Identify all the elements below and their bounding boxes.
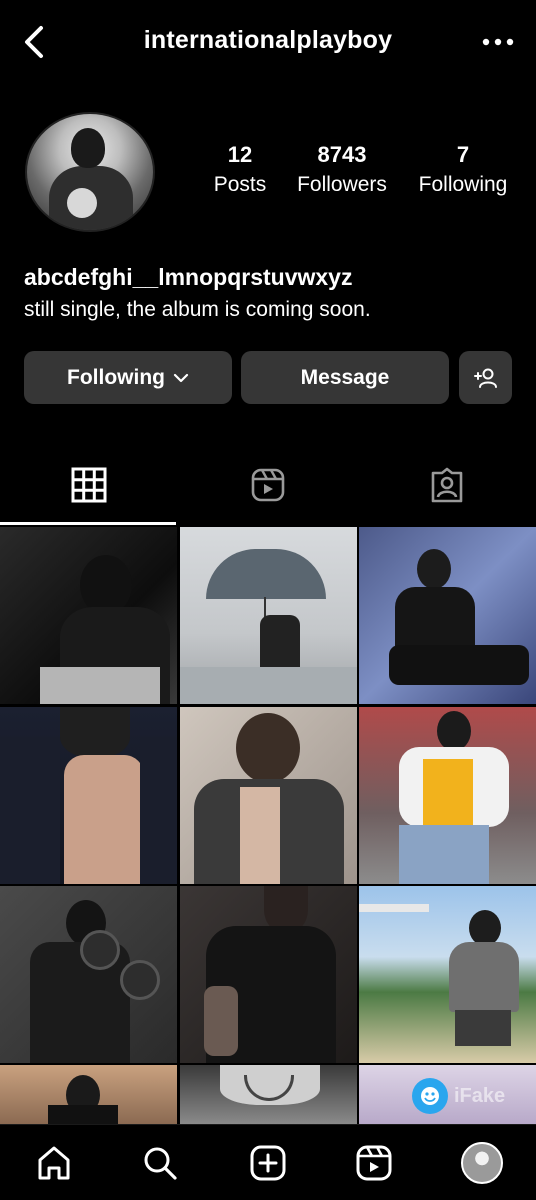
reels-icon [251,468,285,502]
post-thumbnail[interactable] [180,527,357,704]
add-user-icon [473,368,497,388]
profile-avatar[interactable] [25,112,155,232]
more-icon [482,38,514,46]
home-icon [38,1146,70,1180]
stat-value: 12 [227,142,253,167]
reels-icon [356,1145,392,1181]
create-icon [250,1145,286,1181]
stat-following[interactable]: 7 Following [408,142,518,202]
avatar-head [71,128,105,168]
message-button-label: Message [300,365,390,389]
watermark-text: iFake [454,1084,506,1107]
post-thumbnail[interactable] [359,886,536,1063]
stat-followers[interactable]: 8743 Followers [288,142,396,202]
grid-icon [71,467,107,503]
post-thumbnail[interactable] [0,707,177,884]
tab-reels[interactable] [179,446,357,524]
app-watermark: iFake [412,1076,532,1116]
tab-tagged[interactable] [358,446,536,524]
header: internationalplayboy [0,0,536,84]
search-icon [144,1147,177,1180]
following-button-label: Following [67,365,165,389]
nav-reels[interactable] [352,1141,396,1185]
profile-tabs [0,446,536,526]
post-thumbnail[interactable] [0,1065,177,1124]
suggested-users-button[interactable] [459,351,512,404]
tab-posts-grid[interactable] [0,446,178,524]
post-thumbnail[interactable] [180,886,357,1063]
post-thumbnail[interactable] [359,707,536,884]
bio-text: still single, the album is coming soon. [24,298,371,321]
stat-posts[interactable]: 12 Posts [200,142,280,202]
stat-label: Followers [297,173,387,196]
following-button[interactable]: Following [24,351,232,404]
message-button[interactable]: Message [241,351,449,404]
profile-avatar-icon [461,1142,503,1184]
profile-username-title: internationalplayboy [143,26,393,54]
stat-label: Posts [213,173,267,196]
nav-profile[interactable] [460,1141,504,1185]
post-thumbnail[interactable] [180,707,357,884]
watermark-logo-icon [412,1078,448,1114]
avatar-bouquet [67,188,97,218]
stat-label: Following [418,173,508,196]
post-thumbnail[interactable] [0,527,177,704]
more-options-button[interactable] [480,28,516,56]
nav-create[interactable] [246,1141,290,1185]
stat-value: 8743 [317,142,367,167]
chevron-down-icon [173,373,189,382]
post-thumbnail[interactable] [180,1065,357,1124]
nav-home[interactable] [32,1141,76,1185]
nav-search[interactable] [138,1141,182,1185]
active-tab-indicator [0,522,176,525]
tagged-icon [431,467,463,503]
display-name: abcdefghi__lmnopqrstuvwxyz [24,264,353,290]
post-thumbnail[interactable] [0,886,177,1063]
stat-value: 7 [456,142,470,167]
bottom-navigation [0,1124,536,1200]
post-thumbnail[interactable] [359,527,536,704]
